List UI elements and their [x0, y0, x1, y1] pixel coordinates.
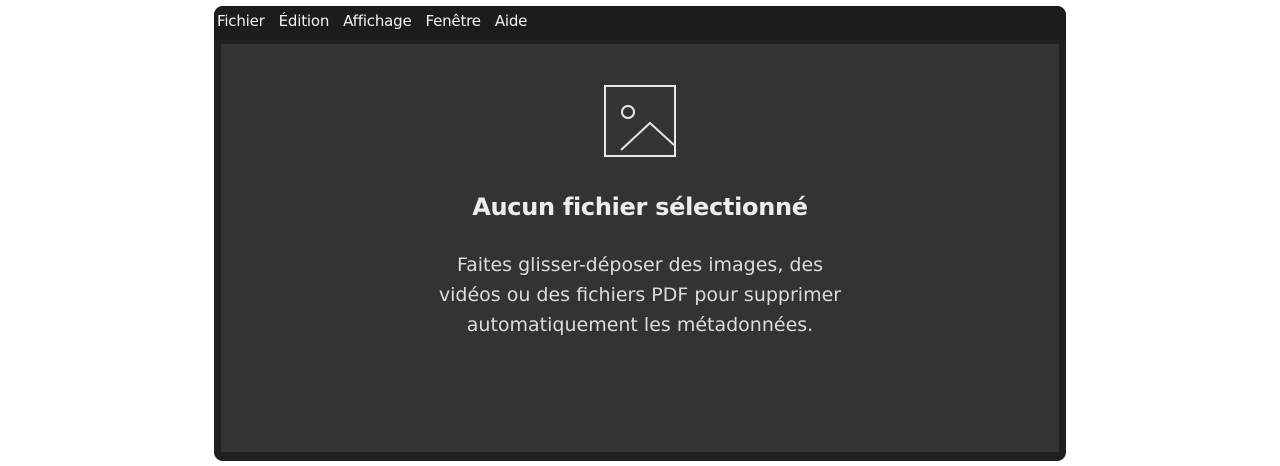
app-window: Fichier Édition Affichage Fenêtre Aide A… [214, 6, 1066, 461]
menu-fenetre[interactable]: Fenêtre [425, 12, 481, 30]
drop-zone[interactable]: Aucun fichier sélectionné Faites glisser… [221, 44, 1059, 452]
empty-state-description: Faites glisser-déposer des images, des v… [438, 254, 842, 336]
menu-edition[interactable]: Édition [279, 12, 330, 30]
empty-state-title: Aucun fichier sélectionné [472, 193, 808, 221]
menu-aide[interactable]: Aide [495, 12, 528, 30]
image-icon [604, 85, 676, 157]
menu-fichier[interactable]: Fichier [217, 12, 265, 30]
menu-affichage[interactable]: Affichage [343, 12, 412, 30]
menu-bar: Fichier Édition Affichage Fenêtre Aide [214, 6, 1066, 36]
